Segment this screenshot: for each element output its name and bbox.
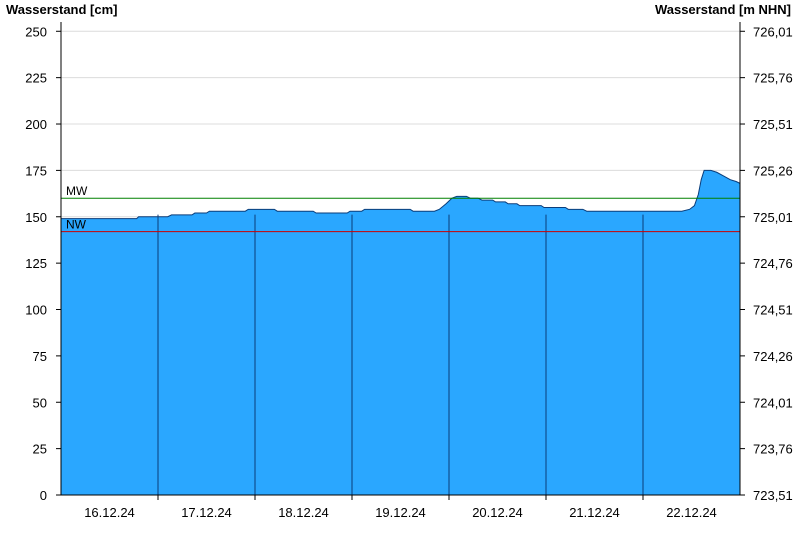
- ref-label-mw: MW: [66, 184, 88, 198]
- x-tick-label-0: 16.12.24: [84, 505, 135, 520]
- left-tick-label-1: 25: [33, 442, 47, 457]
- left-axis-title: Wasserstand [cm]: [6, 2, 118, 17]
- x-tick-label-3: 19.12.24: [375, 505, 426, 520]
- x-tick-label-2: 18.12.24: [278, 505, 329, 520]
- left-tick-label-0: 0: [40, 488, 47, 503]
- left-tick-label-6: 150: [25, 210, 47, 225]
- left-tick-label-2: 50: [33, 395, 47, 410]
- x-tick-label-1: 17.12.24: [181, 505, 232, 520]
- left-tick-label-5: 125: [25, 256, 47, 271]
- x-tick-label-5: 21.12.24: [569, 505, 620, 520]
- left-tick-label-9: 225: [25, 71, 47, 86]
- left-tick-label-7: 175: [25, 163, 47, 178]
- right-tick-label-1: 723,76: [753, 442, 793, 457]
- right-tick-label-6: 725,01: [753, 210, 793, 225]
- right-tick-label-0: 723,51: [753, 488, 793, 503]
- left-tick-label-4: 100: [25, 303, 47, 318]
- left-tick-label-10: 250: [25, 24, 47, 39]
- plot-area: [61, 169, 741, 495]
- x-tick-label-4: 20.12.24: [472, 505, 523, 520]
- water-level-chart: Wasserstand [cm] Wasserstand [m NHN] MW N…: [6, 2, 793, 520]
- right-tick-label-2: 724,01: [753, 395, 793, 410]
- ref-label-nw: NW: [66, 218, 87, 232]
- right-tick-label-8: 725,51: [753, 117, 793, 132]
- right-tick-label-4: 724,51: [753, 303, 793, 318]
- x-tick-label-6: 22.12.24: [666, 505, 717, 520]
- left-tick-label-8: 200: [25, 117, 47, 132]
- right-tick-label-3: 724,26: [753, 349, 793, 364]
- left-tick-label-3: 75: [33, 349, 47, 364]
- series-area-0: [61, 170, 740, 495]
- right-axis-title: Wasserstand [m NHN]: [655, 2, 791, 17]
- right-tick-label-7: 725,26: [753, 163, 793, 178]
- right-tick-label-5: 724,76: [753, 256, 793, 271]
- right-tick-label-9: 725,76: [753, 71, 793, 86]
- right-tick-label-10: 726,01: [753, 24, 793, 39]
